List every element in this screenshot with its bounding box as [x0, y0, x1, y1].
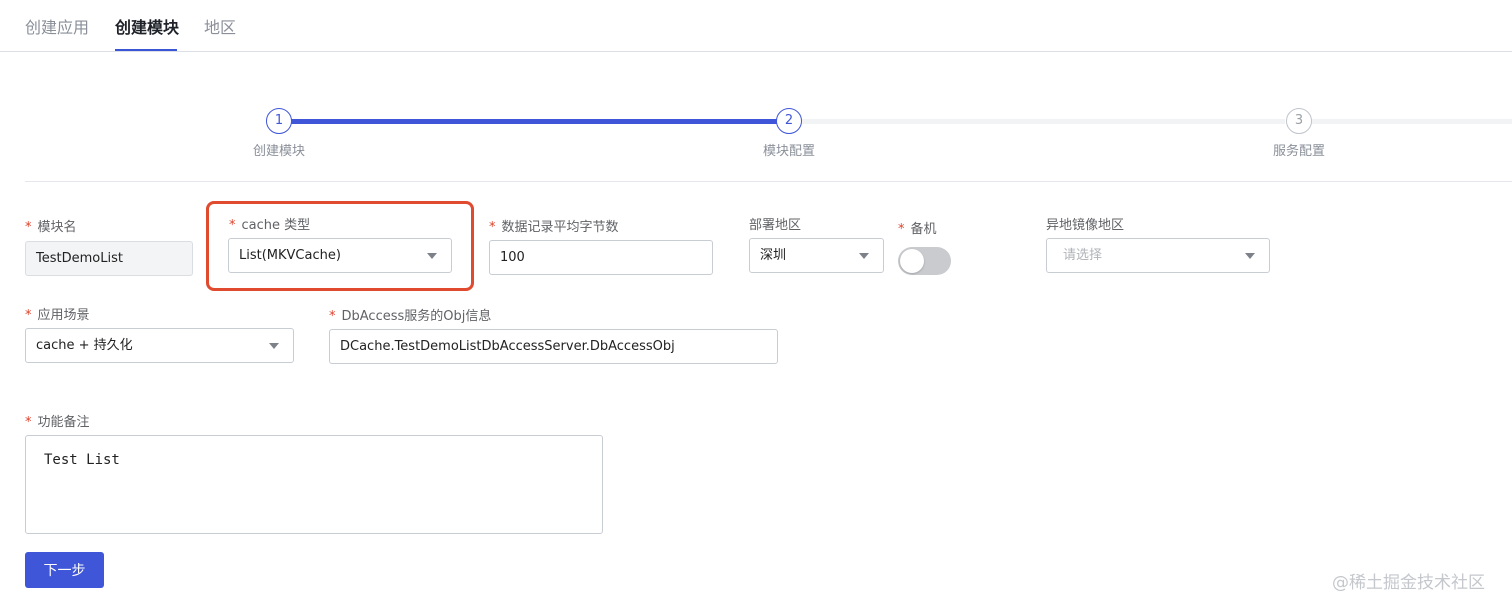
- step-3-circle: 3: [1286, 108, 1312, 134]
- remark-textarea[interactable]: Test List: [25, 435, 603, 534]
- tab-create-module[interactable]: 创建模块: [115, 14, 179, 38]
- deploy-region-label: 部署地区: [749, 218, 802, 233]
- watermark: @稀土掘金技术社区: [1332, 573, 1485, 593]
- tab-region[interactable]: 地区: [204, 14, 236, 38]
- remark-label: * 功能备注: [25, 415, 90, 430]
- avg-bytes-label: * 数据记录平均字节数: [489, 220, 619, 235]
- step-connector-pending: [1311, 119, 1512, 124]
- step-2-label: 模块配置: [763, 144, 816, 159]
- required-mark: *: [329, 309, 336, 324]
- step-3-label: 服务配置: [1273, 144, 1326, 159]
- mirror-region-placeholder: 请选择: [1063, 248, 1103, 263]
- chevron-down-icon: [1245, 253, 1255, 259]
- tab-bar: 创建应用 创建模块 地区: [0, 0, 1512, 52]
- cache-type-select[interactable]: List(MKVCache): [228, 238, 452, 273]
- module-name-label: * 模块名: [25, 220, 77, 235]
- step-connector-done: [291, 119, 777, 124]
- dbaccess-obj-input[interactable]: DCache.TestDemoListDbAccessServer.DbAcce…: [329, 329, 778, 364]
- step-1-label: 创建模块: [253, 144, 306, 159]
- tab-create-app[interactable]: 创建应用: [25, 14, 89, 38]
- step-2-circle: 2: [776, 108, 802, 134]
- backup-toggle[interactable]: [898, 247, 951, 275]
- next-step-button[interactable]: 下一步: [25, 552, 104, 588]
- cache-type-label: * cache 类型: [229, 218, 311, 233]
- avg-bytes-input[interactable]: 100: [489, 240, 713, 275]
- required-mark: *: [25, 308, 32, 323]
- dbaccess-obj-label: * DbAccess服务的Obj信息: [329, 309, 492, 324]
- active-tab-indicator: [115, 49, 177, 51]
- deploy-region-value: 深圳: [760, 248, 787, 263]
- chevron-down-icon: [269, 343, 279, 349]
- required-mark: *: [25, 415, 32, 430]
- scenario-label: * 应用场景: [25, 308, 90, 323]
- mirror-region-label: 异地镜像地区: [1046, 218, 1125, 233]
- module-name-input[interactable]: TestDemoList: [25, 241, 193, 276]
- step-connector-pending: [801, 119, 1285, 124]
- backup-label: * 备机: [898, 222, 937, 237]
- step-1-circle: 1: [266, 108, 292, 134]
- chevron-down-icon: [427, 253, 437, 259]
- section-divider: [25, 181, 1512, 182]
- required-mark: *: [898, 222, 905, 237]
- required-mark: *: [25, 220, 32, 235]
- cache-type-value: List(MKVCache): [239, 248, 341, 263]
- toggle-knob: [900, 249, 924, 273]
- step-progress: 1 创建模块 2 模块配置 3 服务配置: [0, 100, 1512, 170]
- required-mark: *: [229, 218, 236, 233]
- chevron-down-icon: [859, 253, 869, 259]
- scenario-select[interactable]: cache + 持久化: [25, 328, 294, 363]
- scenario-value: cache + 持久化: [36, 338, 133, 353]
- required-mark: *: [489, 220, 496, 235]
- deploy-region-select[interactable]: 深圳: [749, 238, 884, 273]
- mirror-region-select[interactable]: 请选择: [1046, 238, 1270, 273]
